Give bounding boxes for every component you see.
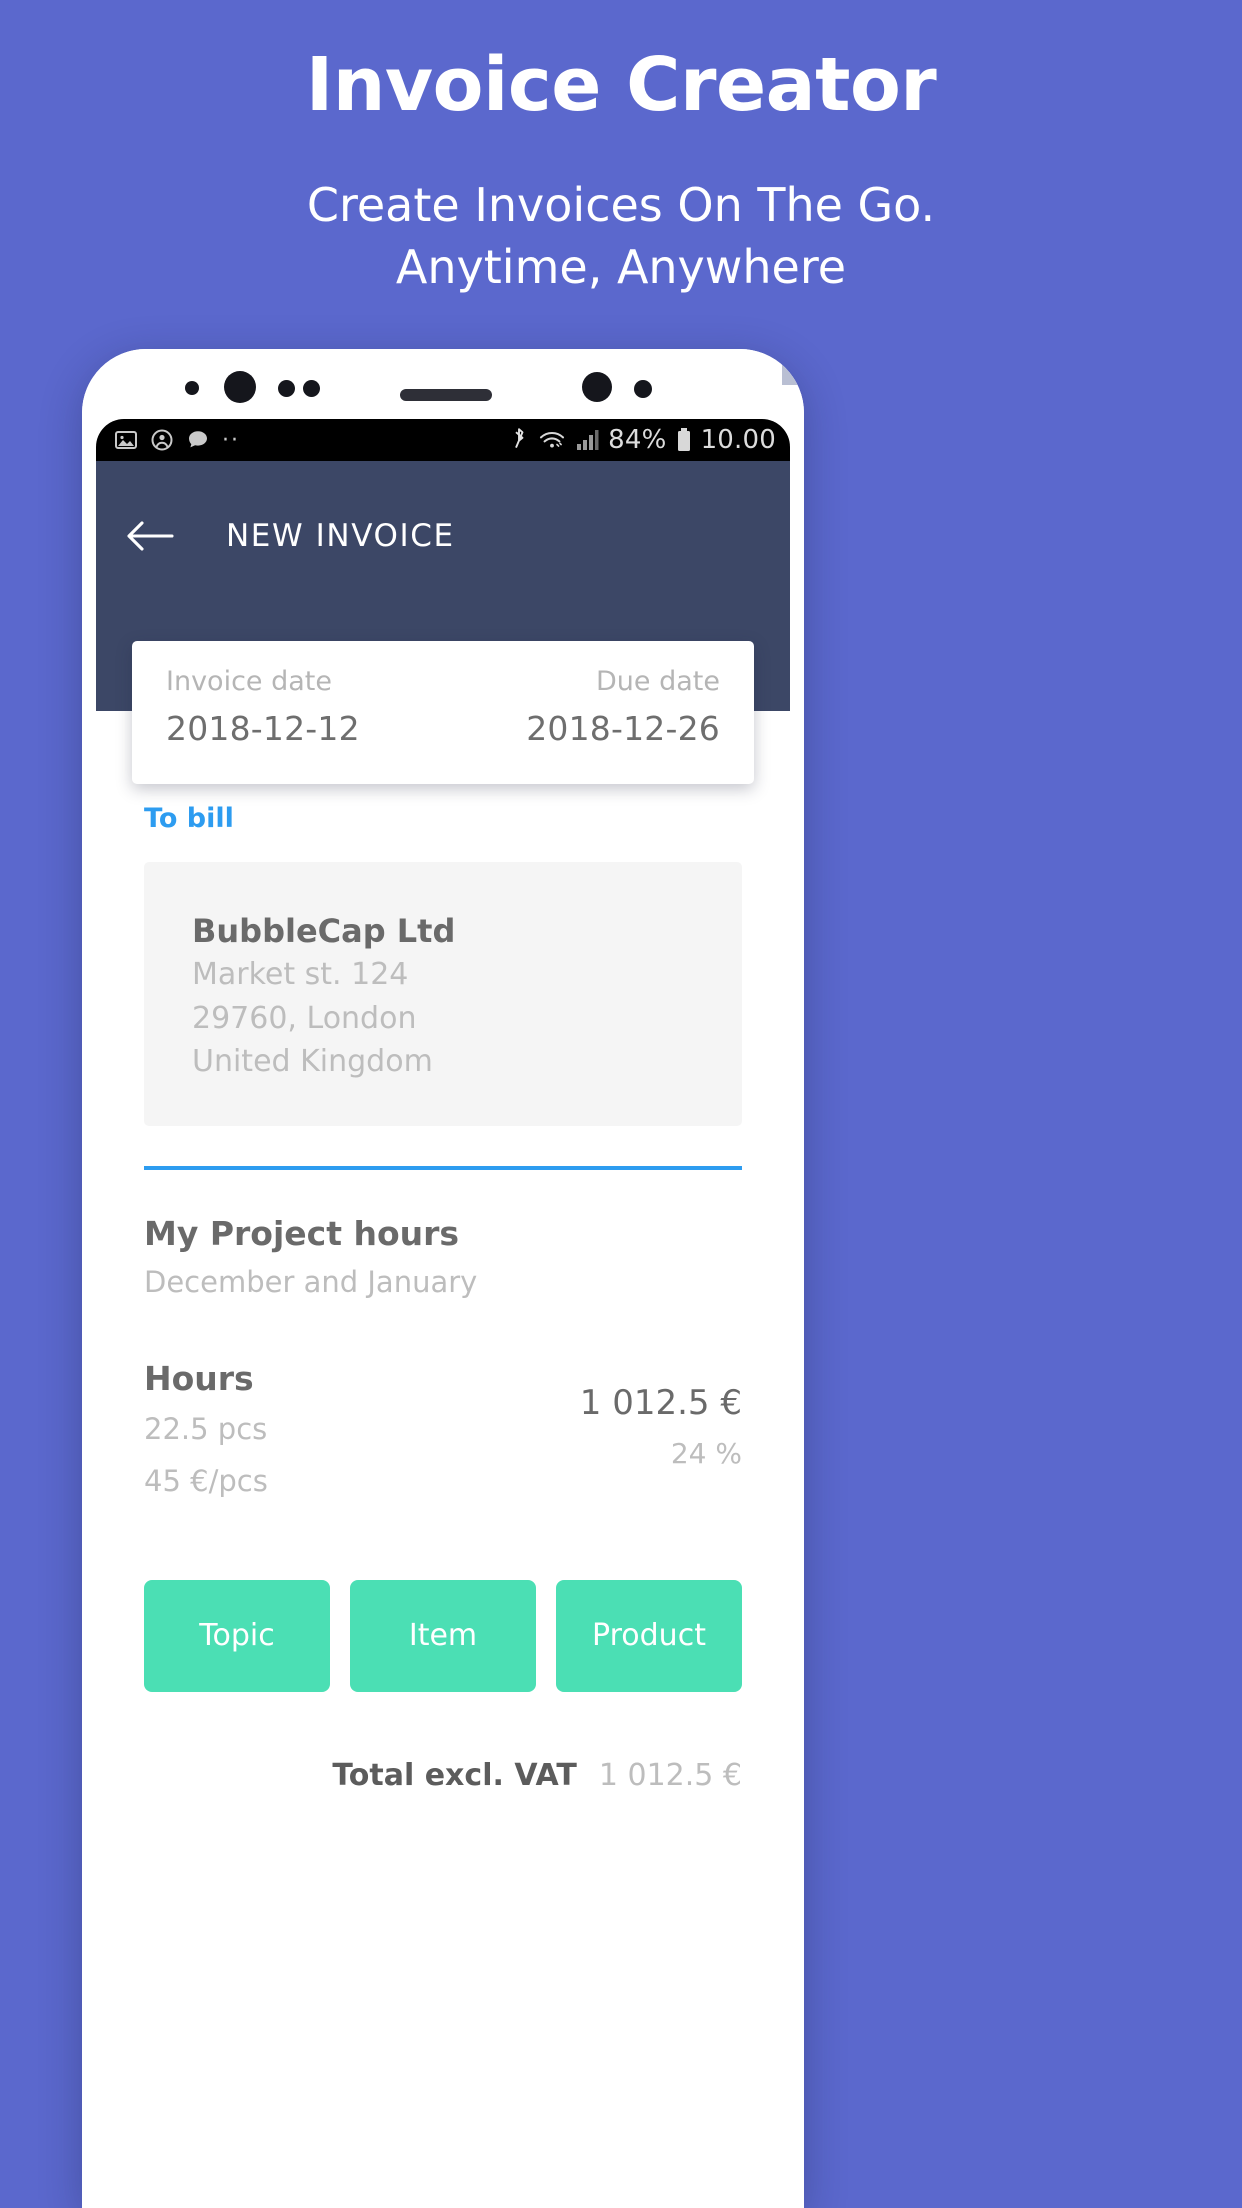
promo-header: Invoice Creator Create Invoices On The G… [0, 0, 1242, 360]
topic-button[interactable]: Topic [144, 1579, 330, 1692]
add-buttons-row: Topic Item Product [144, 1579, 742, 1692]
project-title: My Project hours [144, 1213, 460, 1253]
date-card[interactable]: Invoice date 2018-12-12 Due date 2018-12… [132, 641, 754, 784]
to-bill-section-label: To bill [144, 803, 234, 834]
invoice-date-field[interactable]: Invoice date 2018-12-12 [166, 667, 360, 784]
customer-address-card[interactable]: BubbleCap Ltd Market st. 124 29760, Lond… [144, 862, 742, 1126]
signal-icon [575, 429, 599, 451]
promo-subtitle-line-1: Create Invoices On The Go. [306, 178, 936, 232]
invoice-content: To bill BubbleCap Ltd Market st. 124 297… [96, 803, 790, 1793]
promo-subtitle-line-2: Anytime, Anywhere [395, 240, 847, 295]
phone-top-bezel [82, 349, 804, 419]
customer-address-line-1: Market st. 124 [192, 957, 409, 993]
due-date-label: Due date [596, 666, 720, 697]
clock-label: 10.00 [700, 425, 776, 455]
customer-address-line-2: 29760, London [192, 1000, 417, 1036]
front-camera-icon [224, 371, 256, 403]
status-bar: ·· 84% 10.00 [96, 419, 790, 461]
account-icon [150, 428, 174, 452]
phone-corner-accent [782, 349, 804, 385]
phone-mockup: ·· 84% 10.00 NEW INVOICE Invoice date 20… [82, 349, 804, 2208]
battery-percent-label: 84% [608, 425, 667, 455]
earpiece-speaker [400, 389, 492, 401]
line-item-unit-price: 45 €/pcs [144, 1463, 268, 1498]
page-title: Invoice Creator [305, 42, 937, 128]
invoice-date-value: 2018-12-12 [166, 708, 360, 748]
invoice-date-label: Invoice date [166, 666, 332, 697]
promo-subtitle: Create Invoices On The Go. Anytime, Anyw… [307, 174, 935, 298]
app-bar: NEW INVOICE [96, 461, 790, 611]
due-date-field[interactable]: Due date 2018-12-26 [526, 667, 720, 784]
section-divider [144, 1165, 742, 1170]
sensor-dot-1 [185, 381, 199, 395]
sensor-dot-3 [303, 380, 320, 397]
project-section[interactable]: My Project hours December and January [144, 1214, 742, 1299]
phone-screen: ·· 84% 10.00 NEW INVOICE Invoice date 20… [96, 419, 790, 2208]
customer-address-line-3: United Kingdom [192, 1044, 433, 1080]
project-subtitle: December and January [144, 1264, 478, 1299]
back-arrow-icon[interactable] [126, 519, 174, 553]
line-item-amount: 1 012.5 € [579, 1382, 742, 1423]
sensor-dot-4 [582, 372, 612, 402]
total-excl-vat-value: 1 012.5 € [598, 1757, 742, 1793]
more-dots-icon: ·· [222, 427, 240, 453]
line-item-quantity: 22.5 pcs [144, 1411, 268, 1446]
chat-bubble-icon [186, 428, 210, 452]
sensor-dot-2 [278, 380, 295, 397]
sensor-dot-5 [634, 380, 652, 398]
battery-icon [676, 427, 692, 453]
line-item-vat: 24 % [670, 1436, 742, 1470]
total-excl-vat-label: Total excl. VAT [332, 1757, 577, 1793]
line-item-left: Hours 22.5 pcs 45 €/pcs [144, 1359, 268, 1502]
line-item-name: Hours [144, 1358, 254, 1398]
item-button[interactable]: Item [350, 1579, 536, 1692]
customer-name: BubbleCap Ltd [192, 912, 456, 950]
image-icon [114, 428, 138, 452]
line-item-row[interactable]: Hours 22.5 pcs 45 €/pcs 1 012.5 € 24 % [144, 1359, 742, 1502]
due-date-value: 2018-12-26 [526, 708, 720, 748]
product-button[interactable]: Product [556, 1579, 742, 1692]
bluetooth-icon [509, 427, 529, 453]
total-row: Total excl. VAT 1 012.5 € [144, 1758, 742, 1793]
app-bar-title: NEW INVOICE [226, 518, 455, 554]
wifi-icon [538, 428, 566, 452]
line-item-right: 1 012.5 € 24 % [580, 1359, 742, 1470]
